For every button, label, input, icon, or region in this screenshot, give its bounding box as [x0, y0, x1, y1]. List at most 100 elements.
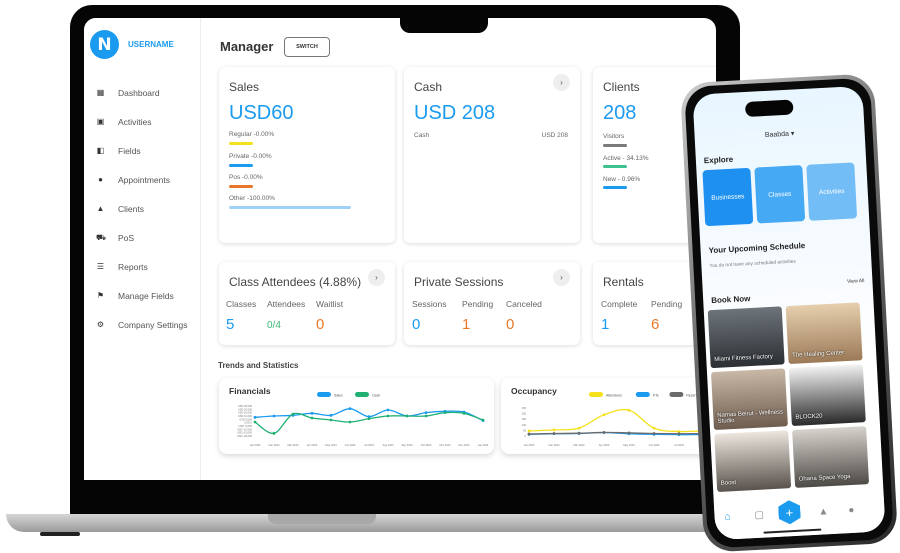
person-icon: ▲ [96, 204, 105, 213]
sales-value: USD60 [229, 102, 294, 124]
data-point [329, 418, 333, 422]
explore-classes[interactable]: Classes [754, 165, 806, 224]
class-attendees-card: Class Attendees (4.88%) › Classes 5 Atte… [219, 262, 395, 345]
venue-card[interactable]: Boost [714, 430, 792, 492]
venue-name: Namas Beirut - Wellness Studio [717, 409, 784, 425]
cash-row-label: Cash [414, 132, 430, 139]
data-point [329, 413, 333, 417]
y-tick-label: 200 [522, 412, 527, 416]
x-tick-label: May 2023 [325, 443, 337, 447]
phone-frame: Baabda ▾ Explore Businesses Classes Acti… [679, 73, 899, 553]
logo-icon: N [90, 30, 119, 59]
private-sessions-details-button[interactable]: › [553, 269, 570, 286]
y-tick-label: 100 [522, 423, 527, 427]
sidebar-item-appointments[interactable]: ● Appointments [96, 165, 187, 194]
data-point [462, 411, 466, 415]
sidebar-item-fields[interactable]: ◧ Fields [96, 136, 187, 165]
occupancy-chart: Occupancy 250 200 150 100 50 0 Jan 2023 Feb 202… [501, 378, 716, 454]
legend-swatch [589, 392, 603, 397]
sidebar-item-clients[interactable]: ▲ Clients [96, 194, 187, 223]
card-title: Private Sessions [414, 275, 504, 289]
sidebar: N USERNAME ▦ Dashboard ▣ Activities ◧ Field… [84, 18, 201, 480]
clients-visitors-bar [603, 144, 627, 147]
data-point [310, 416, 314, 420]
home-icon[interactable]: ⌂ [724, 511, 731, 522]
x-tick-label: Mar 2023 [574, 443, 586, 447]
laptop-screen: N USERNAME ▦ Dashboard ▣ Activities ◧ Field… [84, 18, 716, 480]
y-tick-label: 50 [523, 428, 526, 432]
sidebar-item-label: Manage Fields [118, 290, 174, 301]
pending-label: Pending [462, 299, 494, 309]
waitlist-value: 0 [316, 316, 325, 333]
legend-label: Sales [334, 394, 343, 398]
clients-visitors-label: Visitors [603, 133, 625, 140]
profile-icon[interactable]: ● [848, 505, 855, 516]
x-tick-label: Mar 2023 [288, 443, 300, 447]
data-point [443, 411, 447, 415]
x-tick-label: Jan 2024 [478, 443, 489, 447]
venue-name: Ohana Space Yoga [798, 474, 851, 483]
attendees-value: 0/4 [267, 320, 281, 331]
cash-details-button[interactable]: › [553, 74, 570, 91]
pending-value: 1 [462, 316, 471, 333]
calendar-icon[interactable]: ▢ [754, 510, 764, 521]
y-tick-label: USD -20,000 [237, 434, 253, 438]
clock-icon: ● [98, 175, 103, 184]
trends-title: Trends and Statistics [218, 361, 299, 370]
complete-label: Complete [601, 299, 638, 309]
venue-card[interactable]: Miami Fitness Factory [707, 306, 785, 369]
venue-name: BLOCK20 [795, 413, 823, 421]
location-selector[interactable]: Baabda ▾ [695, 126, 865, 143]
legend-swatch [355, 392, 369, 397]
financials-chart: Financials USD 25,000 USD 20,000 USD 15,00… [219, 378, 494, 454]
explore-businesses[interactable]: Businesses [702, 167, 754, 227]
gear-icon: ⚙ [96, 320, 105, 329]
add-icon[interactable]: + [778, 500, 801, 525]
venue-card[interactable]: The Healing Center [785, 302, 863, 365]
sales-pos-bar [229, 185, 253, 188]
data-point [527, 429, 531, 433]
ticket-icon: ▣ [96, 117, 105, 126]
switch-button[interactable]: SWITCH [284, 37, 330, 57]
legend-swatch [669, 392, 684, 397]
y-tick-label: 250 [522, 406, 527, 410]
complete-value: 1 [601, 316, 610, 333]
bell-icon[interactable]: ▲ [818, 506, 828, 518]
data-point [627, 408, 631, 412]
flag-icon: ⚑ [96, 291, 105, 300]
card-title: Cash [414, 80, 443, 94]
card-title: Rentals [603, 275, 644, 289]
data-point [577, 431, 581, 435]
legend-label: PTs [653, 394, 659, 398]
legend-swatch [317, 392, 331, 397]
rentals-pending-label: Pending [651, 299, 683, 309]
data-point [552, 432, 556, 435]
sidebar-item-label: Activities [118, 116, 152, 127]
class-attendees-details-button[interactable]: › [368, 269, 385, 286]
x-tick-label: Nov 2023 [439, 443, 451, 447]
data-point [627, 431, 631, 435]
data-point [652, 426, 656, 430]
venue-card[interactable]: Namas Beirut - Wellness Studio [710, 368, 788, 431]
x-tick-label: Feb 2023 [549, 443, 561, 447]
view-all-link[interactable]: View All [847, 278, 865, 285]
venue-card[interactable]: Ohana Space Yoga [792, 426, 870, 488]
sidebar-item-label: Clients [118, 203, 144, 214]
sidebar-item-dashboard[interactable]: ▦ Dashboard [96, 78, 187, 107]
sidebar-item-reports[interactable]: ☰ Reports [96, 252, 187, 281]
sidebar-item-pos[interactable]: ⛟ PoS [96, 223, 187, 252]
canceled-label: Canceled [506, 299, 542, 309]
home-indicator [763, 528, 822, 534]
sessions-label: Sessions [412, 299, 447, 309]
sales-private-bar [229, 164, 253, 167]
sidebar-item-activities[interactable]: ▣ Activities [96, 107, 187, 136]
data-point [386, 408, 390, 412]
sidebar-item-company-settings[interactable]: ⚙ Company Settings [96, 310, 188, 339]
explore-activities[interactable]: Activities [806, 162, 858, 221]
venue-card[interactable]: BLOCK20 [788, 364, 866, 427]
username[interactable]: USERNAME [128, 40, 174, 49]
clients-new-bar [603, 186, 627, 189]
phone-tab-bar: ⌂ ▢ + ▲ ● [713, 491, 886, 541]
brand[interactable]: N USERNAME [90, 30, 174, 59]
sidebar-item-manage-fields[interactable]: ⚑ Manage Fields [96, 281, 187, 310]
